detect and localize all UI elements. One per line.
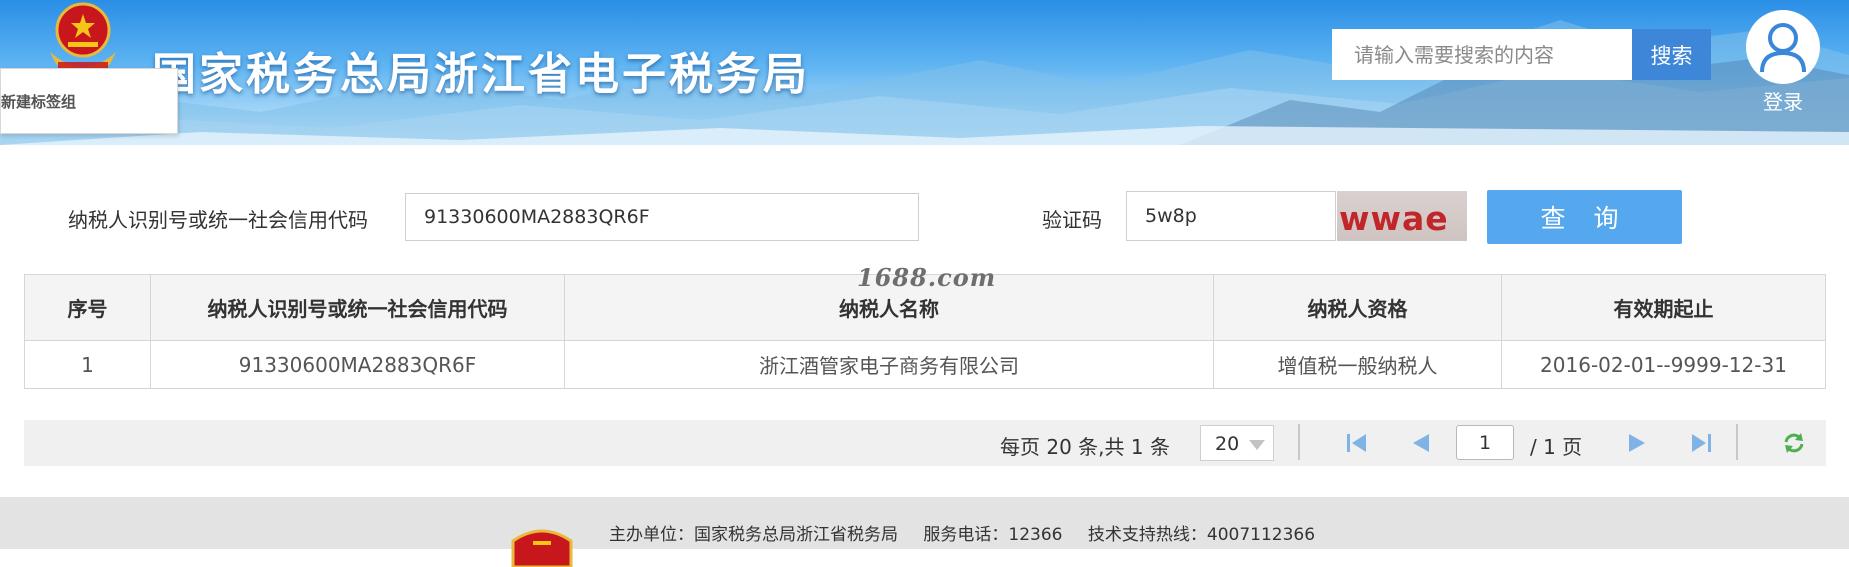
cell-tax-id: 91330600MA2883QR6F: [150, 340, 565, 389]
login-button[interactable]: 登录: [1744, 10, 1822, 115]
cell-index: 1: [24, 340, 151, 389]
page-size-select[interactable]: 20: [1200, 425, 1274, 461]
chevron-down-icon[interactable]: [1249, 440, 1265, 450]
new-tab-group-popup[interactable]: 新建标签组: [0, 68, 178, 134]
col-header-validity: 有效期起止: [1501, 274, 1826, 341]
refresh-icon[interactable]: [1781, 431, 1807, 455]
footer-host: 主办单位：国家税务总局浙江省税务局: [609, 525, 898, 545]
query-button[interactable]: 查 询: [1487, 190, 1682, 244]
col-header-qualification: 纳税人资格: [1213, 274, 1502, 341]
footer-support: 技术支持热线：4007112366: [1087, 525, 1316, 545]
total-pages: / 1 页: [1530, 435, 1583, 459]
pagination-info: 每页 20 条,共 1 条: [1000, 435, 1170, 459]
login-label[interactable]: 登录: [1744, 86, 1822, 115]
table-row: 1 91330600MA2883QR6F 浙江酒管家电子商务有限公司 增值税一般…: [24, 340, 1826, 389]
captcha-input[interactable]: [1126, 191, 1336, 241]
pagination-bar: 每页 20 条,共 1 条 20 / 1 页: [24, 420, 1826, 466]
user-icon[interactable]: [1746, 10, 1820, 84]
last-page-icon[interactable]: [1688, 431, 1714, 455]
footer-phone: 服务电话：12366: [923, 525, 1063, 545]
new-tab-group-label[interactable]: 新建标签组: [1, 93, 76, 111]
cell-taxpayer-name: 浙江酒管家电子商务有限公司: [564, 340, 1214, 389]
prev-page-icon[interactable]: [1408, 431, 1434, 455]
site-search-input[interactable]: [1332, 29, 1632, 80]
captcha-image-text: wwae: [1339, 199, 1449, 238]
first-page-icon[interactable]: [1344, 431, 1370, 455]
next-page-icon[interactable]: [1624, 431, 1650, 455]
captcha-image[interactable]: wwae: [1337, 191, 1467, 241]
site-title: 国家税务总局浙江省电子税务局: [152, 49, 810, 100]
search-button[interactable]: 搜索: [1632, 29, 1711, 80]
watermark: 1688.com: [857, 263, 997, 292]
cell-validity: 2016-02-01--9999-12-31: [1501, 340, 1826, 389]
pager-divider: [1298, 424, 1300, 460]
tax-id-input[interactable]: [405, 193, 919, 241]
col-header-tax-id: 纳税人识别号或统一社会信用代码: [150, 274, 565, 341]
cell-qualification: 增值税一般纳税人: [1213, 340, 1502, 389]
header-banner: 国家税务总局浙江省电子税务局 新建标签组 搜索 登录: [0, 0, 1849, 145]
captcha-label: 验证码: [1042, 208, 1102, 232]
tax-id-label: 纳税人识别号或统一社会信用代码: [68, 208, 368, 232]
pager-divider: [1736, 424, 1738, 460]
tax-bureau-logo-icon: [511, 529, 573, 567]
current-page-input[interactable]: [1456, 425, 1514, 460]
footer-info: 主办单位：国家税务总局浙江省税务局 服务电话：12366 技术支持热线：4007…: [609, 520, 1335, 545]
footer: 主办单位：国家税务总局浙江省税务局 服务电话：12366 技术支持热线：4007…: [0, 497, 1849, 567]
page-size-value[interactable]: 20: [1215, 433, 1239, 455]
col-header-index: 序号: [24, 274, 151, 341]
